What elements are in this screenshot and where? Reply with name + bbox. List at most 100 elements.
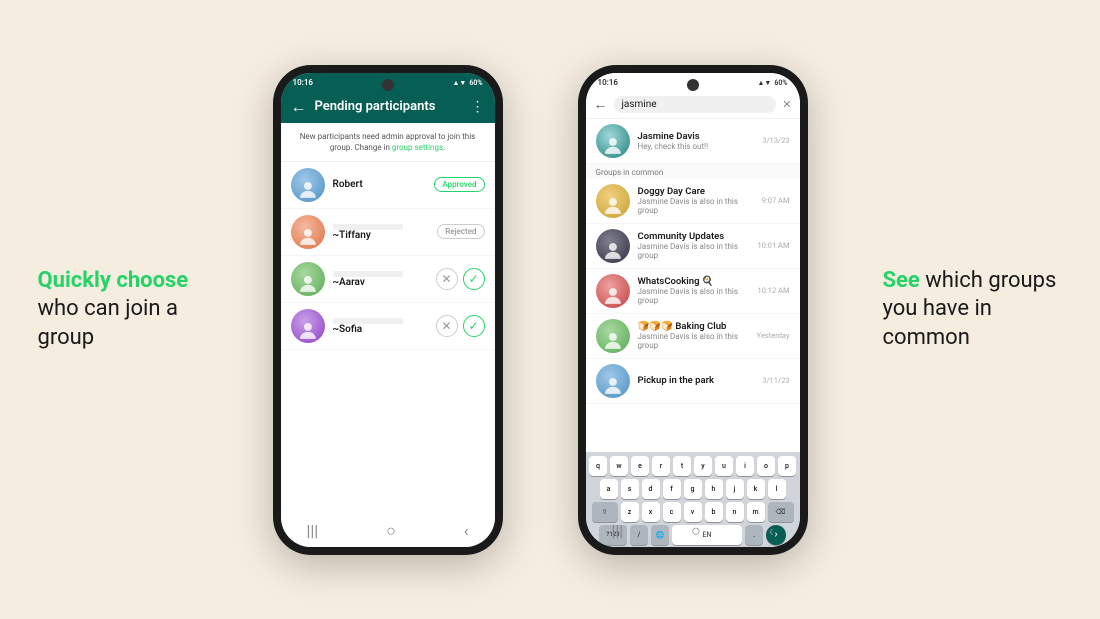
avatar-jasmine: [596, 124, 630, 158]
participant-info-robert: Robert: [333, 179, 427, 190]
phone2-nav-home[interactable]: ○: [691, 521, 701, 541]
phone2-notch: [687, 79, 699, 91]
participant-name-robert: Robert: [333, 179, 427, 190]
key-shift[interactable]: ⇧: [592, 502, 618, 522]
search-box[interactable]: jasmine: [614, 96, 777, 113]
chat-sub-baking: Jasmine Davis is also in this group: [638, 332, 749, 350]
phone1-battery: 60%: [469, 79, 482, 87]
phone2-time: 10:16: [598, 78, 618, 87]
key-t[interactable]: t: [673, 456, 691, 476]
accept-btn-aarav[interactable]: ✓: [463, 268, 485, 290]
avatar-aarav: [291, 262, 325, 296]
notice-link[interactable]: group settings: [392, 143, 443, 152]
avatar-sofia: [291, 309, 325, 343]
chat-row-doggy[interactable]: Doggy Day Care Jasmine Davis is also in …: [586, 179, 800, 224]
chat-sub-jasmine: Hey, check this out!!: [638, 142, 755, 151]
key-n[interactable]: n: [726, 502, 744, 522]
key-i[interactable]: i: [736, 456, 754, 476]
key-x[interactable]: x: [642, 502, 660, 522]
scene: Quickly choose who can join a group 10:1…: [0, 0, 1100, 619]
chat-name-pickup: Pickup in the park: [638, 375, 755, 386]
participant-name-aarav: ~Aarav: [333, 277, 428, 288]
phone2-nav-back[interactable]: ‹: [769, 521, 774, 540]
chat-info-whatscooking: WhatsCooking 🍳 Jasmine Davis is also in …: [638, 276, 750, 305]
key-j[interactable]: j: [726, 479, 744, 499]
chat-name-community: Community Updates: [638, 231, 750, 242]
phone1-nav-home[interactable]: ○: [386, 521, 396, 541]
phone2-inner: 10:16 ▲▼ 60% ← jasmine ✕: [586, 73, 800, 547]
chat-row-baking[interactable]: 🍞🍞🍞 Baking Club Jasmine Davis is also in…: [586, 314, 800, 359]
key-d[interactable]: d: [642, 479, 660, 499]
phone1-back-button[interactable]: ←: [291, 97, 307, 117]
chat-info-pickup: Pickup in the park: [638, 375, 755, 386]
phone1-more-button[interactable]: ⋮: [471, 99, 485, 115]
chat-sub-doggy: Jasmine Davis is also in this group: [638, 197, 754, 215]
search-query[interactable]: jasmine: [622, 99, 769, 110]
phone1-signal: ▲▼: [452, 79, 466, 87]
phone1-nav-back[interactable]: ‹: [464, 521, 469, 540]
chat-name-doggy: Doggy Day Care: [638, 186, 754, 197]
key-f[interactable]: f: [663, 479, 681, 499]
participant-info-aarav: ~Aarav: [333, 269, 428, 288]
reject-btn-sofia[interactable]: ✕: [436, 315, 458, 337]
avatar-doggy: [596, 184, 630, 218]
action-btns-sofia: ✕ ✓: [436, 315, 485, 337]
chat-row-whatscooking[interactable]: WhatsCooking 🍳 Jasmine Davis is also in …: [586, 269, 800, 314]
chat-time-community: 10:01 AM: [758, 241, 790, 250]
phone2-nav-recent[interactable]: |||: [611, 521, 623, 540]
key-o[interactable]: o: [757, 456, 775, 476]
phone1-inner: 10:16 ▲▼ 60% ← Pending participants ⋮ Ne…: [281, 73, 495, 547]
key-y[interactable]: y: [694, 456, 712, 476]
key-l[interactable]: l: [768, 479, 786, 499]
avatar-baking: [596, 319, 630, 353]
key-z[interactable]: z: [621, 502, 639, 522]
key-w[interactable]: w: [610, 456, 628, 476]
status-badge-approved: Approved: [434, 177, 484, 192]
phone2-back-button[interactable]: ←: [594, 96, 608, 113]
chat-sub-whatscooking: Jasmine Davis is also in this group: [638, 287, 750, 305]
key-p[interactable]: p: [778, 456, 796, 476]
avatar-pickup: [596, 364, 630, 398]
key-v[interactable]: v: [684, 502, 702, 522]
phone1-content: New participants need admin approval to …: [281, 123, 495, 547]
phone1-app-header: ← Pending participants ⋮: [281, 91, 495, 123]
key-e[interactable]: e: [631, 456, 649, 476]
key-a[interactable]: a: [600, 479, 618, 499]
search-header: ← jasmine ✕: [586, 91, 800, 119]
key-m[interactable]: m: [747, 502, 765, 522]
key-g[interactable]: g: [684, 479, 702, 499]
search-clear-button[interactable]: ✕: [782, 98, 791, 111]
key-c[interactable]: c: [663, 502, 681, 522]
kb-row-2: a s d f g h j k l: [589, 479, 797, 499]
phone-1: 10:16 ▲▼ 60% ← Pending participants ⋮ Ne…: [273, 65, 503, 555]
key-s[interactable]: s: [621, 479, 639, 499]
chat-name-jasmine: Jasmine Davis: [638, 131, 755, 142]
chat-row-jasmine[interactable]: Jasmine Davis Hey, check this out!! 3/13…: [586, 119, 800, 164]
key-backspace[interactable]: ⌫: [768, 502, 794, 522]
key-b[interactable]: b: [705, 502, 723, 522]
kb-row-3: ⇧ z x c v b n m ⌫: [589, 502, 797, 522]
phone2-status-icons: ▲▼ 60%: [757, 79, 787, 87]
key-k[interactable]: k: [747, 479, 765, 499]
phone2-signal: ▲▼: [757, 79, 771, 87]
chat-row-pickup[interactable]: Pickup in the park 3/11/23: [586, 359, 800, 404]
accept-btn-sofia[interactable]: ✓: [463, 315, 485, 337]
key-r[interactable]: r: [652, 456, 670, 476]
key-h[interactable]: h: [705, 479, 723, 499]
chat-name-whatscooking: WhatsCooking 🍳: [638, 276, 750, 287]
chat-time-jasmine: 3/13/23: [762, 136, 789, 145]
reject-btn-aarav[interactable]: ✕: [436, 268, 458, 290]
participant-row-aarav: ~Aarav ✕ ✓: [281, 256, 495, 303]
avatar-whatscooking: [596, 274, 630, 308]
chat-sub-community: Jasmine Davis is also in this group: [638, 242, 750, 260]
phone1-notch: [382, 79, 394, 91]
chat-time-whatscooking: 10:12 AM: [758, 286, 790, 295]
chat-row-community[interactable]: Community Updates Jasmine Davis is also …: [586, 224, 800, 269]
chat-info-community: Community Updates Jasmine Davis is also …: [638, 231, 750, 260]
key-u[interactable]: u: [715, 456, 733, 476]
phone1-status-icons: ▲▼ 60%: [452, 79, 482, 87]
right-highlight: See: [883, 268, 920, 293]
phone1-nav-recent[interactable]: |||: [306, 521, 318, 540]
participant-info-sofia: ~Sofia: [333, 316, 428, 335]
key-q[interactable]: q: [589, 456, 607, 476]
